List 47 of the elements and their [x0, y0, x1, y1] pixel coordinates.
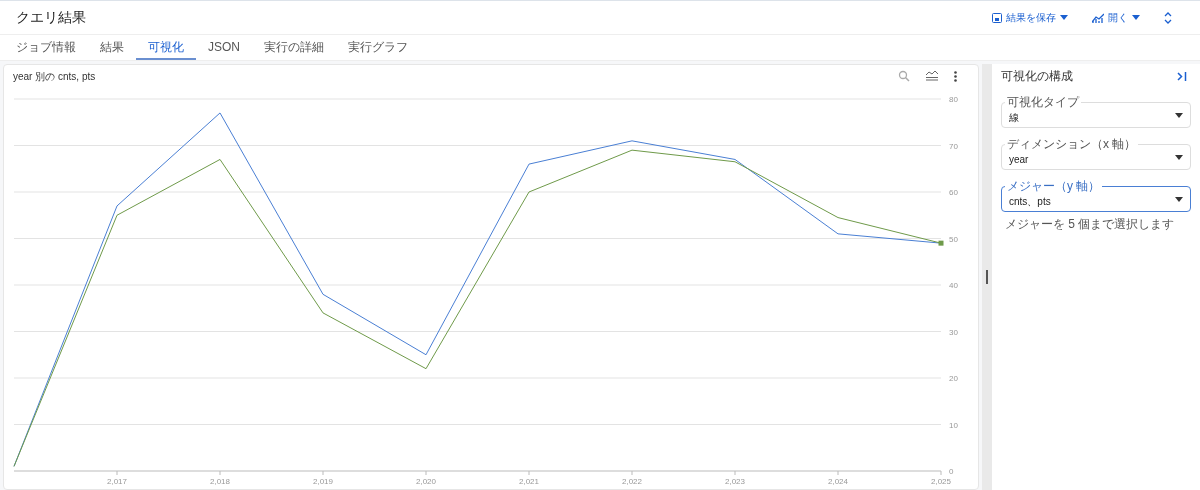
- expand-collapse-icon[interactable]: [1164, 11, 1172, 24]
- line-chart-icon[interactable]: [926, 71, 938, 81]
- caret-icon: [1175, 154, 1183, 160]
- open-button[interactable]: 開く: [1092, 10, 1140, 25]
- helper-text: メジャーを 5 個まで選択します: [1005, 216, 1176, 233]
- y-tick-label: 70: [949, 141, 958, 151]
- chart-icon: [1092, 12, 1104, 23]
- point-marker: [938, 240, 944, 246]
- x-tick-label: 2,018: [210, 477, 230, 486]
- y-tick-label: 80: [949, 95, 958, 104]
- tab[interactable]: 結果: [88, 36, 136, 60]
- x-tick-label: 2,021: [519, 477, 539, 486]
- save-results-button[interactable]: 結果を保存: [992, 10, 1068, 25]
- x-tick-label: 2,023: [725, 477, 745, 486]
- x-tick-label: 2,020: [416, 477, 436, 486]
- y-tick-label: 60: [949, 188, 958, 197]
- tab[interactable]: ジョブ情報: [4, 36, 88, 60]
- field-value: cnts、pts: [1009, 195, 1051, 209]
- field-value: year: [1009, 153, 1029, 167]
- y-tick-label: 50: [949, 234, 958, 244]
- y-tick-label: 40: [949, 281, 958, 290]
- x-tick-label: 2,025: [931, 477, 951, 486]
- tab[interactable]: 実行グラフ: [336, 36, 420, 60]
- tab[interactable]: JSON: [196, 36, 252, 60]
- y-tick-label: 30: [949, 327, 958, 337]
- caret-icon: [1175, 112, 1183, 118]
- caret-icon: [1175, 196, 1183, 202]
- field-value: 線: [1009, 111, 1019, 125]
- y-tick-label: 0: [949, 467, 954, 476]
- x-tick-label: 2,024: [828, 477, 848, 486]
- x-tick-label: 2,019: [313, 477, 333, 486]
- caret-icon: [1060, 15, 1068, 20]
- collapse-panel-icon[interactable]: [1177, 71, 1187, 81]
- x-tick-label: 2,022: [622, 477, 642, 486]
- field-label: 可視化タイプ: [1005, 95, 1081, 109]
- tab[interactable]: 実行の詳細: [252, 36, 336, 60]
- caret-icon: [1132, 15, 1140, 20]
- x-tick-label: 2,017: [107, 477, 127, 486]
- y-tick-label: 20: [949, 374, 958, 383]
- page-title: クエリ結果: [16, 8, 86, 27]
- chart-title: year 別の cnts, pts: [13, 69, 96, 84]
- y-tick-label: 10: [949, 420, 958, 430]
- field-label: ディメンション（x 軸）: [1005, 137, 1139, 151]
- panel-title: 可視化の構成: [1001, 68, 1073, 85]
- field-label: メジャー（y 軸）: [1005, 179, 1103, 193]
- more-options-icon[interactable]: [954, 70, 957, 82]
- resize-handle[interactable]: [986, 270, 988, 284]
